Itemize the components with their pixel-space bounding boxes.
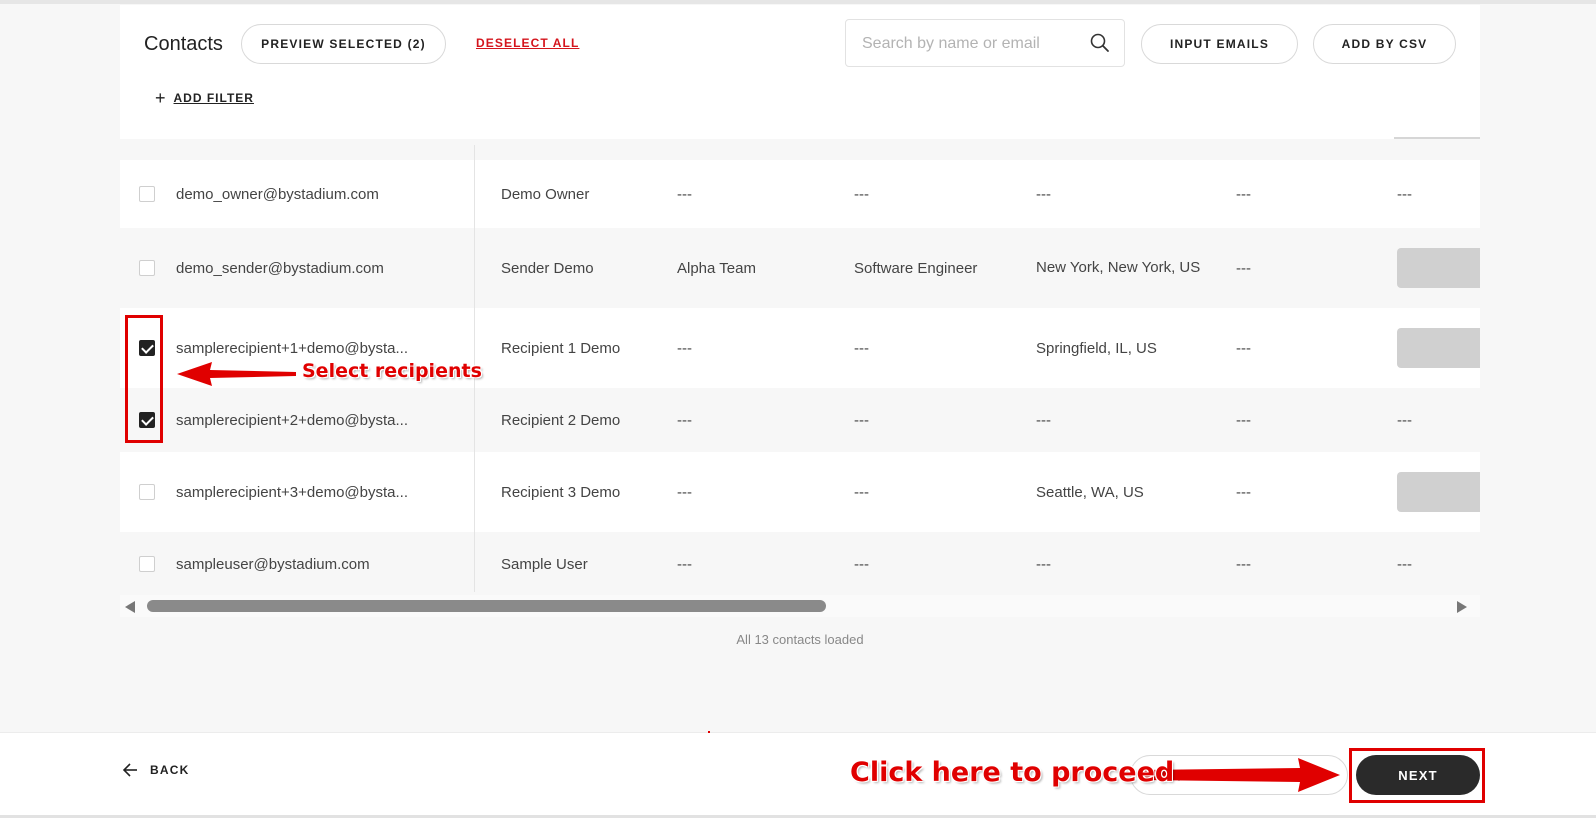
cell-col6: --- [1236, 555, 1251, 573]
cell-team: --- [677, 185, 692, 203]
column-divider [474, 228, 475, 308]
cell-col7: --- [1397, 411, 1412, 429]
scroll-left-icon[interactable] [125, 601, 135, 613]
top-rule [0, 0, 1596, 4]
cell-location: --- [1036, 555, 1051, 573]
table-row[interactable]: demo_sender@bystadium.com Sender Demo Al… [120, 228, 1480, 308]
cell-team: Alpha Team [677, 259, 756, 277]
cell-email: samplerecipient+3+demo@bysta... [176, 483, 409, 501]
cell-location: --- [1036, 185, 1051, 203]
cell-email: demo_sender@bystadium.com [176, 259, 384, 277]
horizontal-scrollbar[interactable] [120, 595, 1480, 617]
cell-location: Seattle, WA, US [1036, 483, 1144, 501]
cell-email: demo_owner@bystadium.com [176, 185, 379, 203]
cell-name: Recipient 3 Demo [501, 483, 621, 501]
annotation-next-highlight [1349, 748, 1485, 803]
contacts-header: Contacts PREVIEW SELECTED (2) DESELECT A… [120, 5, 1480, 139]
cell-title: --- [854, 483, 869, 501]
table-row[interactable]: samplerecipient+2+demo@bysta... Recipien… [120, 388, 1480, 452]
scroll-right-icon[interactable] [1457, 601, 1467, 613]
cell-title: --- [854, 185, 869, 203]
add-by-csv-button[interactable]: ADD BY CSV [1313, 24, 1456, 64]
cell-team: --- [677, 555, 692, 573]
table-row[interactable]: sampleuser@bystadium.com Sample User ---… [120, 532, 1480, 592]
back-label: BACK [150, 763, 190, 777]
column-header-edge [1394, 137, 1480, 139]
table-row[interactable]: samplerecipient+3+demo@bysta... Recipien… [120, 452, 1480, 532]
cell-team: --- [677, 483, 692, 501]
cell-team: --- [677, 411, 692, 429]
plus-icon: + [155, 88, 166, 108]
cell-name: Sample User [501, 555, 588, 573]
cell-location: Springfield, IL, US [1036, 339, 1157, 357]
cell-col6: --- [1236, 185, 1251, 203]
annotation-click-to-proceed: Click here to proceed [850, 757, 1175, 788]
column-divider [474, 388, 475, 452]
cell-title: Software Engineer [854, 259, 978, 277]
row-checkbox[interactable] [139, 484, 155, 500]
annotation-select-recipients: Select recipients [302, 360, 482, 382]
cell-title: --- [854, 411, 869, 429]
cell-name: Demo Owner [501, 185, 590, 203]
cell-col6: --- [1236, 483, 1251, 501]
red-dot [708, 731, 710, 733]
row-checkbox[interactable] [139, 186, 155, 202]
row-checkbox[interactable] [139, 260, 155, 276]
cell-email: sampleuser@bystadium.com [176, 555, 370, 573]
search-icon[interactable] [1089, 32, 1111, 54]
add-filter-button[interactable]: + ADD FILTER [155, 89, 254, 107]
search-input[interactable] [862, 32, 1082, 56]
cell-title: --- [854, 555, 869, 573]
cell-location: New York, New York, US [1036, 259, 1201, 276]
preview-selected-button[interactable]: PREVIEW SELECTED (2) [241, 24, 446, 64]
input-emails-button[interactable]: INPUT EMAILS [1141, 24, 1298, 64]
search-box[interactable] [845, 19, 1125, 67]
cell-col6: --- [1236, 411, 1251, 429]
column-divider [474, 160, 475, 228]
contacts-loaded-status: All 13 contacts loaded [736, 632, 864, 647]
cell-name: Recipient 2 Demo [501, 411, 621, 429]
table-spacer [120, 145, 1480, 160]
cell-location: --- [1036, 411, 1051, 429]
cell-name: Recipient 1 Demo [501, 339, 621, 357]
cell-email: samplerecipient+2+demo@bysta... [176, 411, 409, 429]
page-title: Contacts [144, 33, 223, 55]
cell-col6: --- [1236, 339, 1251, 357]
cell-title: --- [854, 339, 869, 357]
cell-col7: --- [1397, 185, 1412, 203]
scrollbar-thumb[interactable] [147, 600, 826, 612]
cell-col6: --- [1236, 259, 1251, 277]
cell-col7: --- [1397, 555, 1412, 573]
column-divider [474, 532, 475, 592]
column-divider [474, 452, 475, 532]
cell-name: Sender Demo [501, 259, 594, 277]
deselect-all-link[interactable]: DESELECT ALL [476, 36, 579, 50]
column-divider [474, 145, 475, 160]
cell-team: --- [677, 339, 692, 357]
tag-placeholder [1397, 328, 1480, 368]
back-button[interactable]: BACK [122, 763, 189, 777]
table-row[interactable]: demo_owner@bystadium.com Demo Owner --- … [120, 160, 1480, 228]
tag-placeholder [1397, 248, 1480, 288]
arrow-left-icon [122, 763, 137, 777]
add-filter-label: ADD FILTER [173, 91, 254, 105]
row-checkbox[interactable] [139, 556, 155, 572]
tag-placeholder [1397, 472, 1480, 512]
annotation-checkbox-highlight [125, 315, 163, 443]
